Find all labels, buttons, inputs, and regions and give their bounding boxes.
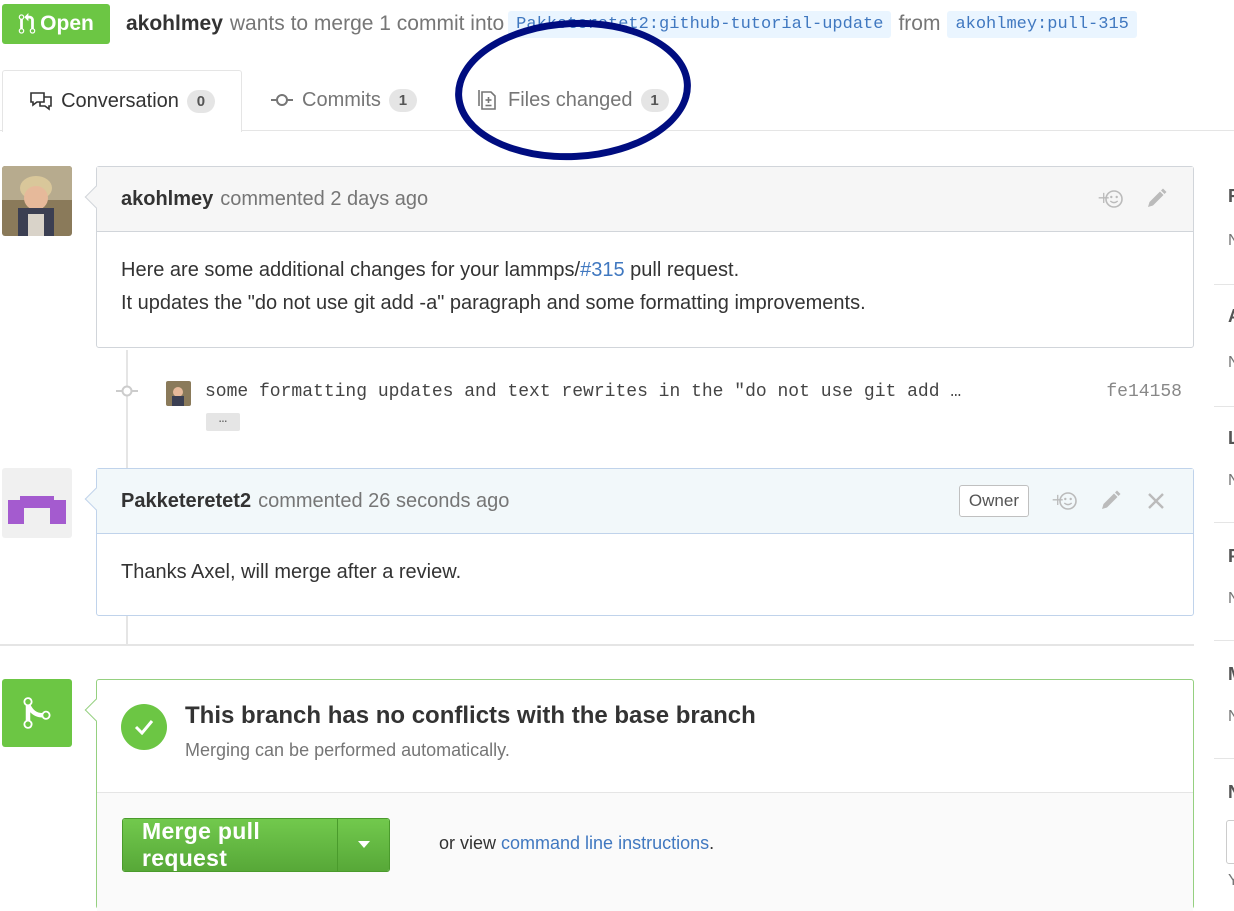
sidebar-value: N [1228,472,1234,489]
sidebar-divider [1214,640,1234,641]
comment-meta[interactable]: commented 26 seconds ago [258,490,509,513]
sidebar-value: N [1228,590,1234,607]
smiley-add-icon[interactable]: + [1097,186,1123,212]
pr-state-badge: Open [2,4,110,44]
tab-conversation-count: 0 [186,90,215,113]
command-line-instructions-link[interactable]: command line instructions [501,833,709,853]
sidebar-value: N [1228,708,1234,725]
tab-files-changed-label: Files changed [508,88,633,111]
user-photo-avatar [166,381,191,406]
comment-author[interactable]: Pakketeretet2 [121,490,251,513]
git-commit-icon [116,385,138,397]
merge-alt-prefix: or view [439,833,502,853]
merge-status: This branch has no conflicts with the ba… [97,680,1193,793]
discussion-sidebar: R N A N L N P N M N N Y [1214,160,1234,892]
sidebar-divider [1214,284,1234,285]
sidebar-heading[interactable]: N [1228,782,1234,803]
merge-pull-request-button[interactable]: Merge pull request [123,819,337,871]
pencil-icon[interactable] [1143,186,1169,212]
commit-message-link[interactable]: some formatting updates and text rewrite… [205,382,961,402]
pencil-icon[interactable] [1097,488,1123,514]
status-check [121,704,167,750]
sidebar-heading[interactable]: R [1228,186,1234,207]
triangle-down-icon [357,841,370,848]
commit-sha-link[interactable]: fe14158 [1106,382,1182,402]
sidebar-value: N [1228,354,1234,371]
merge-heading: This branch has no conflicts with the ba… [185,702,756,729]
from-text: from [898,12,941,35]
tab-commits-label: Commits [302,88,381,111]
pr-summary: akohlmey wants to merge 1 commit into Pa… [126,8,1144,40]
base-branch-label[interactable]: Pakketeretet2:github-tutorial-update [508,10,892,38]
merge-actions: Merge pull request or view command line … [97,793,1193,911]
comment-text: pull request. [624,259,740,281]
merge-alt-text: or view command line instructions. [439,833,714,854]
commit-expand-button[interactable]: … [206,412,240,431]
git-pull-request-icon [18,13,36,34]
comment-card: Pakketeretet2 commented 26 seconds ago O… [96,468,1194,616]
tab-conversation[interactable]: Conversation 0 [2,70,242,132]
comment-actions: + [1097,167,1169,231]
avatar[interactable] [2,166,72,236]
comment-line: It updates the "do not use git add -a" p… [121,292,866,314]
comment-author[interactable]: akohlmey [121,188,213,211]
sidebar-value: Y [1228,872,1234,889]
sidebar-input[interactable] [1226,820,1234,864]
sidebar-divider [1214,522,1234,523]
git-merge-icon [23,697,51,729]
comment-discussion-icon [30,91,52,111]
close-icon[interactable] [1143,488,1169,514]
sidebar-heading[interactable]: M [1228,664,1234,685]
comment-actions: Owner + [958,469,1169,533]
git-commit-icon [271,94,293,106]
merge-button-group: Merge pull request [122,818,390,872]
user-photo-avatar [2,166,72,236]
issue-link[interactable]: #315 [580,259,625,281]
diff-icon [478,90,496,110]
sidebar-divider [1214,758,1234,759]
tab-commits[interactable]: Commits 1 [270,70,417,130]
pr-author-link[interactable]: akohlmey [126,12,223,36]
comment-line: Here are some additional changes for you… [121,254,1169,287]
sidebar-divider [1214,406,1234,407]
merge-alt-suffix: . [709,833,715,853]
pr-summary-text: wants to merge 1 commit into [229,12,505,35]
sidebar-heading[interactable]: P [1228,546,1234,567]
sidebar-heading[interactable]: A [1228,306,1234,327]
smiley-add-icon[interactable]: + [1051,488,1077,514]
timeline-separator [0,644,1194,646]
tab-files-changed-count: 1 [640,88,669,112]
head-branch-label[interactable]: akohlmey:pull-315 [947,10,1137,38]
pr-state-label: Open [40,12,94,35]
merge-method-dropdown[interactable] [337,819,389,871]
merge-subtext: Merging can be performed automatically. [185,740,510,760]
owner-badge: Owner [958,485,1029,517]
identicon-avatar [2,468,72,538]
check-icon [134,720,154,735]
comment-body: Thanks Axel, will merge after a review. [121,561,462,583]
tab-files-changed[interactable]: Files changed 1 [476,70,669,130]
sidebar-value: N [1228,232,1234,249]
avatar[interactable] [2,468,72,538]
comment-meta[interactable]: commented 2 days ago [220,188,428,211]
comment-text: Here are some additional changes for you… [121,259,581,281]
merge-box: This branch has no conflicts with the ba… [96,679,1194,911]
avatar[interactable] [166,381,191,406]
tab-commits-count: 1 [388,88,417,112]
comment-body: Here are some additional changes for you… [97,232,1193,342]
tab-conversation-label: Conversation [61,90,179,112]
sidebar-heading[interactable]: L [1228,428,1234,449]
commit-row: some formatting updates and text rewrite… [114,378,1194,438]
comment-card: akohlmey commented 2 days ago + Here are… [96,166,1194,348]
comment-header: akohlmey commented 2 days ago + [97,167,1193,232]
merge-status-icon [2,679,72,747]
comment-header: Pakketeretet2 commented 26 seconds ago O… [97,469,1193,534]
